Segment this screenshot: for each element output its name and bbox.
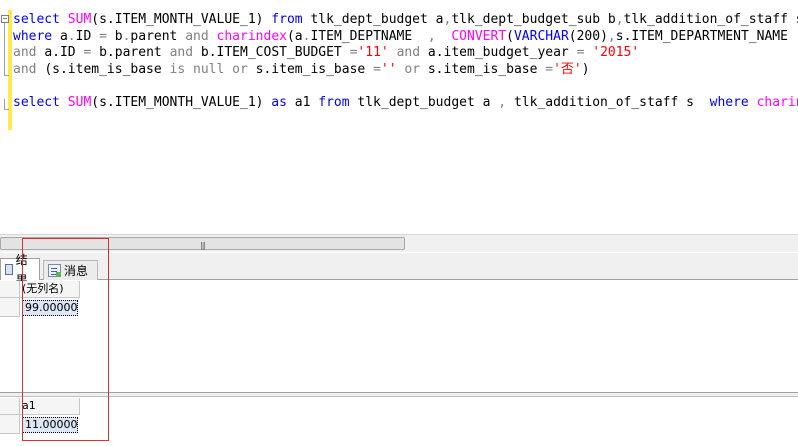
- code-line[interactable]: and (s.item_is_base is null or s.item_is…: [13, 62, 798, 79]
- sql-code[interactable]: select SUM(s.ITEM_MONTH_VALUE_1) from tl…: [13, 12, 798, 112]
- code-token: where: [13, 28, 60, 44]
- code-token: '否': [553, 61, 582, 77]
- code-token: b: [106, 28, 123, 44]
- code-token: a.item_budget_year: [427, 45, 577, 61]
- code-token: parent: [130, 28, 186, 44]
- code-token: (s.ITEM_MONTH_VALUE_1): [91, 94, 272, 110]
- code-token: ,: [615, 12, 624, 27]
- fold-guide: [4, 23, 5, 75]
- code-token: tlk_dept_budget a: [357, 94, 499, 110]
- code-token: ,: [498, 94, 507, 110]
- code-token: '': [380, 61, 397, 77]
- fold-guide: [4, 99, 5, 109]
- code-token: as: [271, 94, 295, 110]
- code-token: a.ID: [44, 45, 84, 61]
- code-token: (s.ITEM_MONTH_VALUE_1): [91, 12, 272, 27]
- scrollbar-grip-icon: |||: [200, 241, 206, 250]
- code-token: (200): [568, 28, 608, 44]
- code-token: .: [67, 28, 76, 44]
- code-token: '11': [357, 45, 389, 61]
- code-token: a: [59, 28, 68, 44]
- code-token: ,: [427, 28, 436, 44]
- code-token: SUM: [67, 94, 92, 110]
- code-token: s.item_is_base: [427, 61, 546, 77]
- code-token: and: [396, 45, 428, 61]
- code-token: tlk_dept_budget a: [310, 12, 444, 27]
- code-token: and: [13, 45, 45, 61]
- fold-guide-end: [4, 109, 9, 110]
- results-tab-bar: 结果 消息: [0, 253, 798, 287]
- code-token: (s.item_is_base: [44, 61, 170, 77]
- code-token: s.ITEM_DEPARTMENT_NAME: [615, 28, 788, 44]
- code-token: select: [13, 12, 68, 27]
- code-token: a1: [294, 94, 319, 110]
- results-splitter[interactable]: [0, 392, 798, 397]
- code-token: '2015': [592, 45, 640, 61]
- code-line[interactable]: select SUM(s.ITEM_MONTH_VALUE_1) as a1 f…: [13, 95, 798, 112]
- code-token: ): [581, 61, 590, 77]
- code-token: ITEM_DEPTNAME: [310, 28, 428, 44]
- code-token: b.ITEM_COST_BUDGET: [200, 45, 350, 61]
- code-token: charindex: [756, 94, 798, 110]
- code-token: charindex: [216, 28, 287, 44]
- code-token: tlk_addition_of_staff s: [506, 94, 710, 110]
- code-token: =: [99, 28, 107, 44]
- code-token: from: [318, 94, 358, 110]
- code-token: tlk_addition_of_staff s: [623, 12, 798, 27]
- code-token: (a: [286, 28, 303, 44]
- modified-lines-indicator: [8, 10, 12, 130]
- code-token: =: [373, 61, 381, 77]
- code-token: from: [271, 12, 311, 27]
- grid-corner: [0, 398, 20, 415]
- code-token: (: [506, 28, 514, 44]
- row-header[interactable]: [0, 298, 20, 317]
- code-line[interactable]: where a.ID = b.parent and charindex(a.IT…: [13, 29, 798, 46]
- result-grid-2[interactable]: a1 11.00000: [0, 398, 798, 446]
- editor-horizontal-scrollbar[interactable]: |||: [0, 234, 798, 252]
- code-line[interactable]: select SUM(s.ITEM_MONTH_VALUE_1) from tl…: [13, 12, 798, 29]
- highlight-annotation: [22, 238, 109, 441]
- code-token: =: [545, 61, 554, 77]
- code-token: CONVERT: [451, 28, 507, 44]
- code-token: select: [13, 94, 68, 110]
- code-token: b.parent: [91, 45, 170, 61]
- code-token: SUM: [67, 12, 92, 27]
- code-token: and: [185, 28, 217, 44]
- code-token: or: [232, 61, 256, 77]
- result-grid-1[interactable]: (无列名) 99.00000: [0, 281, 798, 392]
- code-token: and: [169, 45, 201, 61]
- code-token: ,: [607, 28, 616, 44]
- code-token: tlk_dept_budget_sub b: [451, 12, 616, 27]
- fold-guide-end: [4, 75, 9, 76]
- code-token: s.item_is_base: [255, 61, 374, 77]
- code-token: or: [404, 61, 428, 77]
- row-header[interactable]: [0, 415, 20, 434]
- code-line[interactable]: and a.ID = b.parent and b.ITEM_COST_BUDG…: [13, 45, 798, 62]
- code-token: VARCHAR: [513, 28, 569, 44]
- code-token: where: [709, 94, 757, 110]
- code-line[interactable]: [13, 78, 798, 95]
- fold-toggle-query-1[interactable]: [1, 15, 9, 23]
- grid-corner: [0, 281, 20, 298]
- code-token: is null: [169, 61, 233, 77]
- code-token: and: [13, 61, 45, 77]
- code-token: ID: [75, 28, 100, 44]
- grid-icon: [5, 264, 13, 275]
- sql-editor[interactable]: select SUM(s.ITEM_MONTH_VALUE_1) from tl…: [0, 0, 798, 234]
